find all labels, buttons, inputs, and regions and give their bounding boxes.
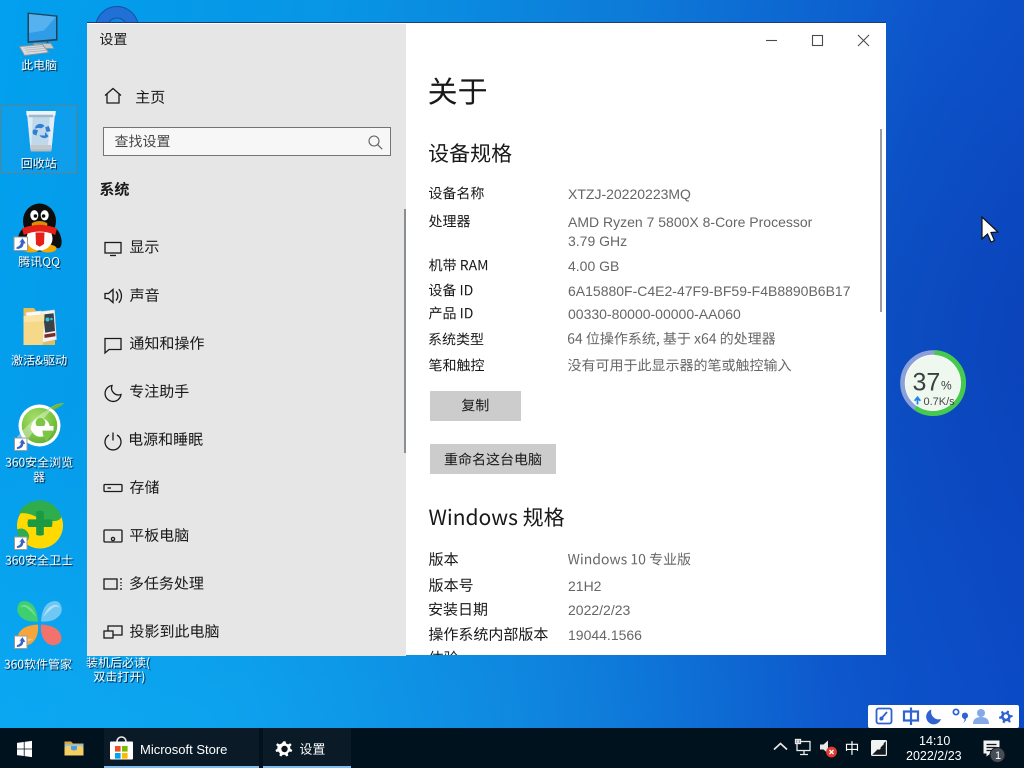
svg-text:0.7K/s: 0.7K/s [924,396,956,408]
svg-text:37: 37 [913,369,941,397]
svg-text:%: % [941,379,952,393]
svg-text:1: 1 [995,750,1001,762]
